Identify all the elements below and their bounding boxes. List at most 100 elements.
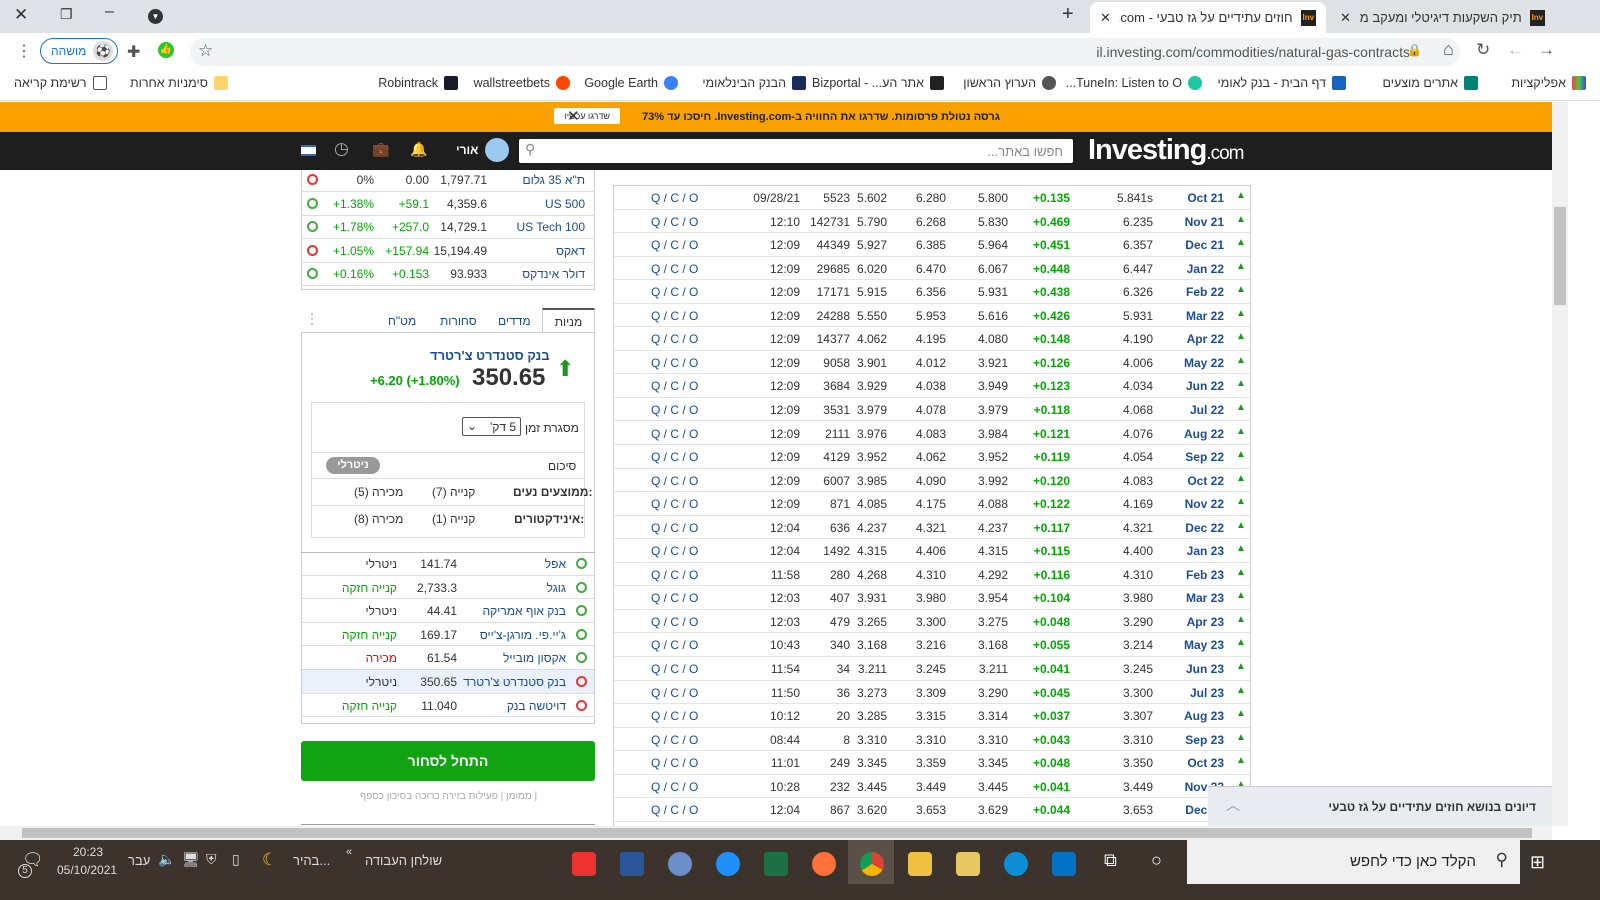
stock-row[interactable]: בנק אוף אמריקה 44.41 ניטרלי [302,599,594,623]
stock-row[interactable]: גוגל 2,733.3 קנייה חזקה [302,576,594,600]
upgrade-button[interactable]: שדרגו עכשיו [554,108,620,124]
other-bookmarks[interactable]: סימניות אחרות [130,76,228,90]
word-icon[interactable] [620,852,644,876]
more-options-icon[interactable]: ⋮ [305,310,319,327]
contract-month[interactable]: Apr 22 [1187,332,1224,346]
index-name[interactable]: דולר אינדקס [522,267,585,281]
url-text[interactable]: il.investing.com/commodities/natural-gas… [1096,44,1410,60]
quote-chart-options-links[interactable]: Q / C / O [651,591,698,605]
start-trading-button[interactable]: התחל לסחור [301,741,595,781]
tab-search-icon[interactable]: ▼ [148,9,163,24]
quote-chart-options-links[interactable]: Q / C / O [651,285,698,299]
close-tab-icon[interactable]: ✕ [1340,10,1351,26]
index-name[interactable]: דאקס [556,244,585,258]
quote-chart-options-links[interactable]: Q / C / O [651,191,698,205]
stock-name[interactable]: גוגל [547,581,566,595]
stock-row[interactable]: דויטשה בנק 11.040 קנייה חזקה [302,694,594,718]
scroll-thumb[interactable] [1554,207,1566,305]
clock-icon[interactable]: ◷ [334,139,349,159]
minimize-icon[interactable]: – [105,3,114,21]
stock-name[interactable]: בנק סטנדרט צ'רטרד [430,348,550,363]
bookmark-suggested[interactable]: אתרים מוצעים [1382,76,1478,90]
contract-month[interactable]: Dec 22 [1185,521,1224,535]
contract-month[interactable]: Sep 22 [1185,450,1224,464]
popcorn-app-icon[interactable] [572,852,596,876]
contract-month[interactable]: Nov 22 [1185,497,1224,511]
taskbar-search[interactable]: הקלד כאן כדי לחפש ⚲ [1187,840,1520,884]
contract-month[interactable]: May 23 [1184,638,1224,652]
internet-explorer-icon[interactable] [716,852,740,876]
contract-month[interactable]: Oct 22 [1187,474,1224,488]
quote-chart-options-links[interactable]: Q / C / O [651,615,698,629]
contract-row[interactable]: ▲ Nov 23 3.449 +0.041 3.445 3.449 3.445 232 10:2… [614,775,1250,799]
folder-icon[interactable] [956,852,980,876]
restore-icon[interactable]: ❐ [60,6,73,23]
user-name[interactable]: אורי [456,143,478,157]
stock-name[interactable]: ג'יי.פי. מורגן-צ'ייס [480,628,566,642]
outlook-icon[interactable] [1052,852,1076,876]
contract-row[interactable]: ▲ Aug 23 3.307 +0.037 3.314 3.315 3.285 20 10:12… [614,704,1250,728]
close-window-icon[interactable]: ✕ [14,5,28,25]
contract-row[interactable]: ▲ Jul 22 4.068 +0.118 3.979 4.078 3.979 3531 12:… [614,398,1250,422]
forward-icon[interactable]: ← [1507,40,1524,60]
menu-icon[interactable]: ⋮ [16,41,32,61]
contract-row[interactable]: ▲ Jan 22 6.447 +0.448 6.067 6.470 6.020 29685 12… [614,257,1250,281]
contract-month[interactable]: Oct 23 [1187,756,1224,770]
contract-row[interactable]: ▲ Jun 22 4.034 +0.123 3.949 4.038 3.929 3684 12:… [614,374,1250,398]
contract-month[interactable]: Jan 23 [1187,544,1224,558]
contract-month[interactable]: Apr 23 [1187,615,1224,629]
contract-row[interactable]: ▲ Jan 23 4.400 +0.115 4.315 4.406 4.315 1492 12:… [614,539,1250,563]
contract-month[interactable]: Mar 22 [1186,309,1224,323]
quote-chart-options-links[interactable]: Q / C / O [651,709,698,723]
edge-icon[interactable] [1004,852,1028,876]
bookmark-apps[interactable]: אפליקציות [1511,76,1586,90]
quote-chart-options-links[interactable]: Q / C / O [651,356,698,370]
quote-chart-options-links[interactable]: Q / C / O [651,474,698,488]
contract-row[interactable]: ▲ Mar 23 3.980 +0.104 3.954 3.980 3.931 407 12:0… [614,586,1250,610]
investing-logo[interactable]: Investing.com [1088,134,1245,167]
bell-icon[interactable]: 🔔 [410,141,427,158]
contract-row[interactable]: ▲ Feb 23 4.310 +0.116 4.292 4.310 4.268 280 11:5… [614,563,1250,587]
timeframe-select[interactable]: 5 דק' ⌄ [462,417,521,436]
lock-icon[interactable]: 🔒 [1407,43,1422,57]
quote-chart-options-links[interactable]: Q / C / O [651,450,698,464]
stock-name[interactable]: דויטשה בנק [507,699,566,713]
tab-portfolio[interactable]: Inv תיק השקעות דיגיטלי ומעקב מניות ✕ [1330,2,1555,33]
contract-month[interactable]: Aug 22 [1184,427,1224,441]
site-search-input[interactable]: חפשו באתר... ⚲ [519,139,1073,163]
quote-chart-options-links[interactable]: Q / C / O [651,733,698,747]
quote-chart-options-links[interactable]: Q / C / O [651,568,698,582]
sponsored-disclaimer[interactable]: | ממומן | פעילות בזירה כרוכה בסיכון כספף [360,791,537,802]
stock-row[interactable]: אפל 141.74 ניטרלי [302,552,594,576]
quote-chart-options-links[interactable]: Q / C / O [651,544,698,558]
index-row[interactable]: US Tech 100 14,729.1 +257.0 +1.78% [301,215,595,240]
contract-month[interactable]: Aug 23 [1184,709,1224,723]
index-row[interactable]: ת"א 35 גלום 1,797.71 0.00 0% [301,170,595,192]
contract-row[interactable]: ▲ Nov 22 4.169 +0.122 4.088 4.175 4.085 871 12:0… [614,492,1250,516]
user-avatar[interactable] [485,138,509,162]
tab-commodities[interactable]: סחורות [440,314,477,328]
contract-month[interactable]: Mar 23 [1186,591,1224,605]
bookmark-wallstreetbets[interactable]: wallstreetbets [474,76,570,90]
clock-date[interactable]: 05/10/2021 [57,863,117,877]
vertical-scrollbar[interactable] [1552,102,1568,826]
bookmark-fibi[interactable]: הבנק הבינלאומי [702,76,806,90]
tab-forex[interactable]: מט"ח [388,314,416,328]
reading-list[interactable]: רשימת קריאה [14,76,107,90]
contract-row[interactable]: ▲ May 22 4.006 +0.126 3.921 4.012 3.901 9058 12:… [614,351,1250,375]
contract-row[interactable]: ▲ Oct 23 3.350 +0.048 3.345 3.359 3.345 249 11:0… [614,751,1250,775]
contract-month[interactable]: Jun 23 [1186,662,1224,676]
contract-month[interactable]: Jun 22 [1186,379,1224,393]
back-icon[interactable]: → [1538,40,1555,60]
contract-month[interactable]: Nov 21 [1185,215,1224,229]
tab-stocks[interactable]: מניות [542,308,595,333]
excel-icon[interactable] [764,852,788,876]
chrome-icon[interactable] [860,852,884,876]
stock-name[interactable]: בנק סטנדרט צ'רטרד [463,675,566,689]
contract-row[interactable]: ▲ Feb 22 6.326 +0.438 5.931 6.356 5.915 17171 12… [614,280,1250,304]
contract-row[interactable]: ▲ Jun 23 3.245 +0.041 3.211 3.245 3.211 34 11:54… [614,657,1250,681]
quote-chart-options-links[interactable]: Q / C / O [651,521,698,535]
portfolio-icon[interactable]: 💼 [372,141,389,158]
usb-icon[interactable]: ▯ [232,851,240,868]
stock-name[interactable]: בנק אוף אמריקה [483,604,566,618]
